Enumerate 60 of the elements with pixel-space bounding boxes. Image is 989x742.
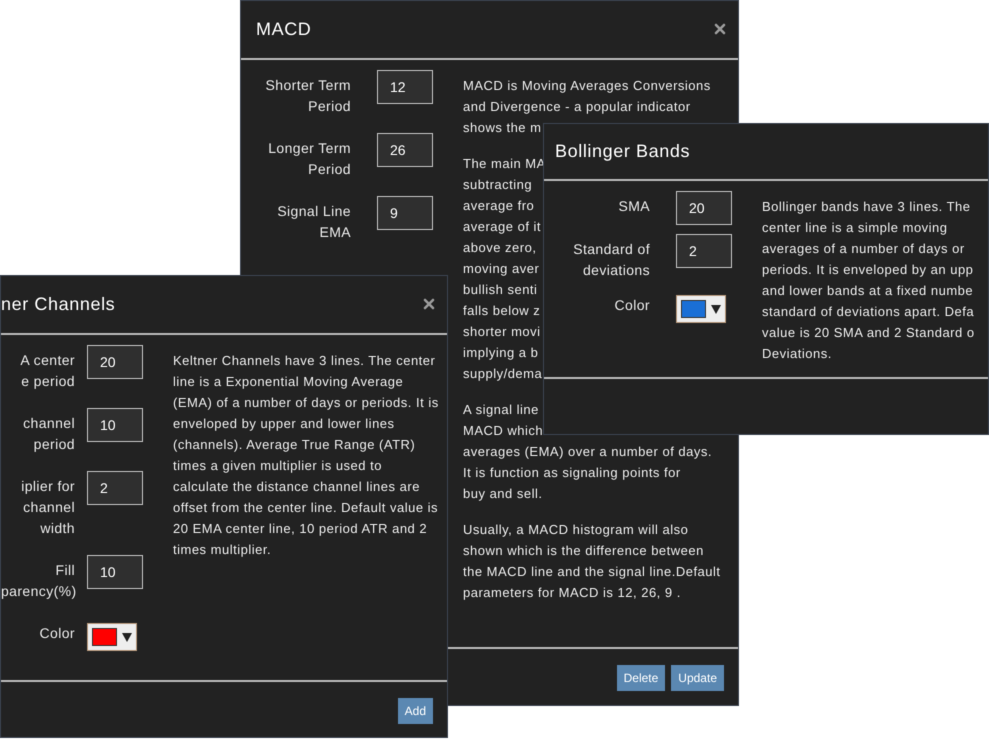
action-button[interactable]: Add (398, 698, 433, 724)
input-field[interactable]: 26 (377, 133, 433, 167)
description-text: center line is a simple moving (762, 219, 948, 237)
field-label: Shorter Term Period (264, 76, 351, 116)
input-field[interactable]: 9 (377, 196, 433, 230)
input-field[interactable]: 10 (87, 408, 143, 442)
field-label: Longer Term Period (267, 139, 351, 179)
description-text: buy and sell. (463, 485, 542, 503)
description-text: MACD which (463, 422, 544, 440)
color-picker[interactable] (676, 295, 726, 323)
description-text: Deviations. (762, 345, 832, 363)
description-text: A signal line (463, 401, 539, 419)
dialog-title: ner Channels (1, 294, 116, 315)
description-text: moving aver (463, 260, 540, 278)
field-label: Color (38, 624, 75, 643)
description-text: MACD is Moving Averages Conversions (463, 77, 711, 95)
description-text: average fro (463, 197, 534, 215)
input-field[interactable]: 12 (377, 70, 433, 104)
input-field[interactable]: 2 (676, 234, 732, 268)
field-label: Standard of deviations (572, 240, 650, 280)
field-label: Fill parency(%) (1, 561, 75, 601)
description-text: Usually, a MACD histogram will also shown which is the difference between the MACD line and the signal line.Default parameters for MACD is 12, 26, 9 . (463, 521, 722, 602)
caret-icon (122, 632, 132, 642)
description-text: averages of a number of days or (762, 240, 965, 258)
input-field[interactable]: 20 (87, 345, 143, 379)
description-text: periods. It is enveloped by an upp (762, 261, 974, 279)
color-picker[interactable] (87, 623, 137, 651)
input-field[interactable]: 20 (676, 191, 732, 225)
action-button[interactable]: Update (671, 665, 724, 691)
description-text: supply/dema (463, 365, 542, 383)
description-text: above zero, (463, 239, 536, 257)
description-text: Bollinger bands have 3 lines. The (762, 198, 970, 216)
field-label: A center e period (19, 351, 75, 391)
dialog-title: MACD (256, 19, 312, 40)
description-text: Keltner Channels have 3 lines. The center line is a Exponential Moving Average (EMA) of a number of days or periods. It is enveloped by upper and lower lines (channels). Average True Range (ATR) times a given multiplier is used to calculate the distance channel lines are offset from the center line. Default value is 20 EMA center line, 10 period ATR and 2 times multiplier. (173, 352, 439, 559)
close-button[interactable] (714, 23, 726, 35)
description-text: shorter movi (463, 323, 541, 341)
field-label: channel period (22, 414, 75, 454)
field-label: SMA (617, 197, 650, 216)
description-text: value is 20 SMA and 2 Standard o (762, 324, 975, 342)
description-text: subtracting (463, 176, 532, 194)
input-field[interactable]: 10 (87, 555, 143, 589)
description-text: averages (EMA) over a number of days. (463, 443, 712, 461)
description-text: and lower bands at a fixed numbe (762, 282, 974, 300)
action-button[interactable]: Delete (616, 665, 666, 691)
description-text: bullish senti (463, 281, 538, 299)
description-text: falls below z (463, 302, 540, 320)
description-text: standard of deviations apart. Defa (762, 303, 974, 321)
description-text: implying a b (463, 344, 538, 362)
description-text: and Divergence - a popular indicator (463, 98, 691, 116)
input-field[interactable]: 2 (87, 471, 143, 505)
description-text: average of it (463, 218, 542, 236)
caret-icon (711, 304, 721, 314)
field-label: Signal Line EMA (276, 202, 351, 242)
description-text: shows the m (463, 119, 542, 137)
dialog-title: Bollinger Bands (555, 141, 690, 162)
description-text: It is function as signaling points for (463, 464, 681, 482)
field-label: Color (614, 296, 650, 315)
close-button[interactable] (423, 298, 435, 310)
field-label: iplier for channel width (20, 477, 75, 538)
